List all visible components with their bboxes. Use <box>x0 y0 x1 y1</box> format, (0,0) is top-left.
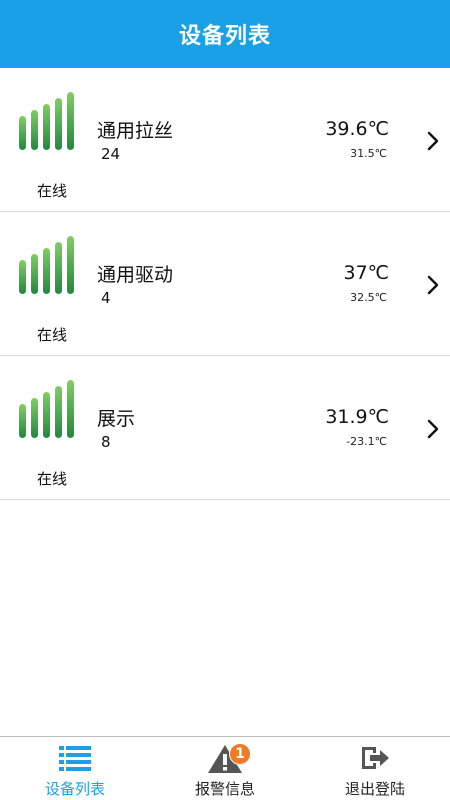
chevron-right-icon[interactable] <box>426 274 440 296</box>
device-list: 通用拉丝 24 在线 39.6℃ 31.5℃ 通用驱动 4 在线 37℃ 32.… <box>0 68 450 500</box>
page-title: 设备列表 <box>178 24 271 49</box>
device-count: 24 <box>101 145 121 163</box>
nav-label: 设备列表 <box>44 780 105 798</box>
device-name: 通用拉丝 <box>97 120 174 142</box>
signal-strength-icon <box>18 234 80 296</box>
device-temperature: 37℃ <box>343 262 389 284</box>
device-status: 在线 <box>37 182 68 200</box>
device-temperature: 39.6℃ <box>325 118 389 140</box>
chevron-right-icon[interactable] <box>426 130 440 152</box>
nav-logout[interactable]: 退出登陆 <box>300 737 450 800</box>
device-temperature-secondary: 31.5℃ <box>350 147 387 160</box>
device-temperature-secondary: -23.1℃ <box>346 435 387 448</box>
signal-strength-icon <box>18 378 80 440</box>
signal-strength-icon <box>18 90 80 152</box>
device-count: 4 <box>101 289 111 307</box>
nav-device-list[interactable]: 设备列表 <box>0 737 150 800</box>
device-status: 在线 <box>37 470 68 488</box>
nav-label: 报警信息 <box>194 780 255 798</box>
warning-icon: 1 <box>205 743 251 774</box>
nav-alarm-info[interactable]: 1 报警信息 <box>150 737 300 800</box>
device-temperature-secondary: 32.5℃ <box>350 291 387 304</box>
device-item[interactable]: 展示 8 在线 31.9℃ -23.1℃ <box>0 356 450 500</box>
device-item[interactable]: 通用拉丝 24 在线 39.6℃ 31.5℃ <box>0 68 450 212</box>
alarm-count-badge: 1 <box>229 743 251 765</box>
device-count: 8 <box>101 433 111 451</box>
device-status: 在线 <box>37 326 68 344</box>
nav-label: 退出登陆 <box>344 780 405 798</box>
device-temperature: 31.9℃ <box>325 406 389 428</box>
logout-icon <box>355 744 395 774</box>
app-header: 设备列表 <box>0 0 450 68</box>
device-item[interactable]: 通用驱动 4 在线 37℃ 32.5℃ <box>0 212 450 356</box>
list-icon <box>55 744 95 774</box>
device-name: 展示 <box>97 408 136 430</box>
device-name: 通用驱动 <box>97 264 174 286</box>
chevron-right-icon[interactable] <box>426 418 440 440</box>
bottom-navigation: 设备列表 1 报警信息 退出登陆 <box>0 736 450 800</box>
